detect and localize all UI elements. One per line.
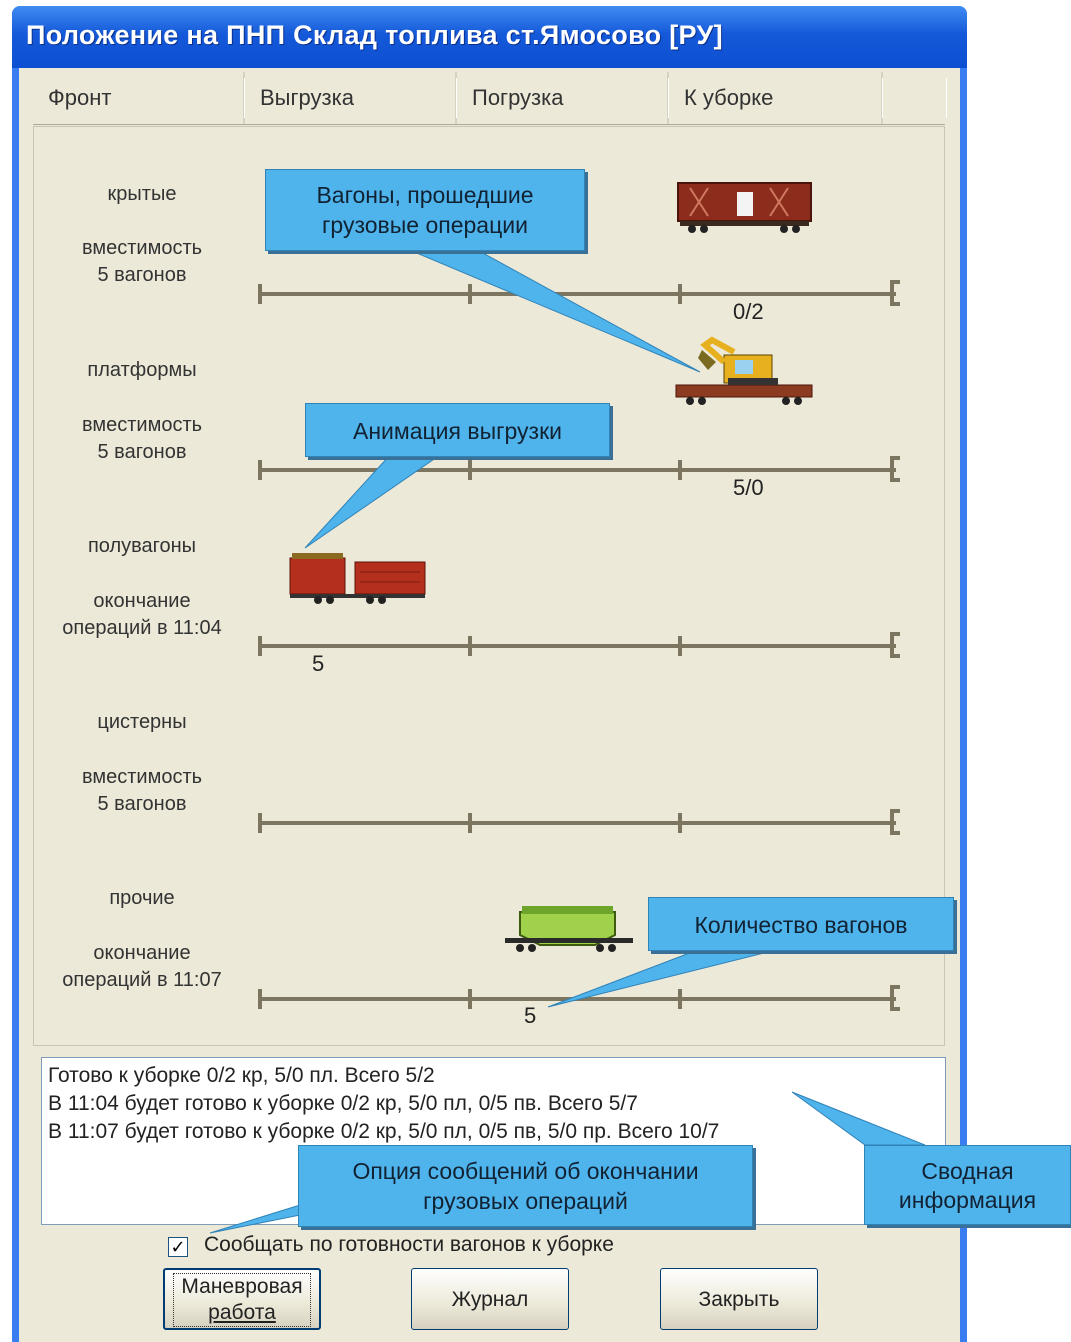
row-sub-label: окончание [93,590,191,612]
track-tick [678,813,682,833]
column-header-empty [883,72,947,124]
notify-checkbox-label[interactable]: Сообщать по готовности вагонов к уборке [204,1233,614,1257]
track-tick [258,989,262,1009]
row-sub-label: 5 вагонов [97,441,187,463]
notify-checkbox[interactable]: ✓ [168,1237,188,1257]
row-sub-label: вместимость [81,766,203,788]
track-tick [468,989,472,1009]
journal-button[interactable]: Журнал [411,1268,569,1330]
callout-text: Сводная [921,1158,1014,1184]
track-tick [468,460,472,480]
row-kind-label: крытые [107,183,177,205]
track-tick [258,813,262,833]
shunting-button-line: работа [208,1301,276,1324]
row-sub-label: вместимость [81,414,203,436]
close-button[interactable]: Закрыть [660,1268,818,1330]
track-tick [678,284,682,304]
column-header: Фронт Выгрузка Погрузка К уборке [33,72,947,125]
track-end-bracket [890,809,900,835]
column-header-unloading[interactable]: Выгрузка [245,72,457,124]
track-line [258,632,900,658]
row-kind-label: цистерны [97,711,187,733]
track-tick [678,989,682,1009]
title-bar[interactable]: Положение на ПНП Склад топлива ст.Ямосов… [12,6,967,68]
track-tick [678,636,682,656]
track-line [258,280,900,306]
track-end-bracket [890,632,900,658]
callout-message-option: Опция сообщений об окончании грузовых оп… [298,1145,753,1227]
info-line: В 11:07 будет готово к уборке 0/2 кр, 5/… [48,1120,720,1143]
callout-unloading-animation: Анимация выгрузки [305,403,610,457]
track-line [258,985,900,1011]
track-end-bracket [890,985,900,1011]
track-tick [468,813,472,833]
row-sub-label: операций в 11:04 [62,617,222,639]
column-header-to-clean[interactable]: К уборке [669,72,883,124]
row-sub-label: окончание [93,942,191,964]
track-end-bracket [890,280,900,306]
column-header-front[interactable]: Фронт [33,72,245,124]
callout-text: Опция сообщений об окончании [352,1158,699,1184]
row-sub-label: вместимость [81,237,203,259]
wagon-count: 0/2 [733,299,764,324]
column-header-loading[interactable]: Погрузка [457,72,669,124]
callout-text: грузовые операции [322,212,528,238]
track-line [258,456,900,482]
callout-text: информация [898,1187,1037,1213]
track-tick [258,284,262,304]
track-tick [468,636,472,656]
callout-wagon-count: Количество вагонов [648,897,954,951]
row-sub-label: 5 вагонов [97,264,187,286]
info-line: Готово к уборке 0/2 кр, 5/0 пл. Всего 5/… [48,1064,435,1087]
row-kind-label: полувагоны [87,535,197,557]
wagon-count: 5 [524,1003,537,1028]
shunting-work-button[interactable]: Маневровая работа [163,1268,321,1330]
track-tick [258,460,262,480]
track-line [258,809,900,835]
callout-text: грузовых операций [423,1188,628,1214]
row-sub-label: 5 вагонов [97,793,187,815]
callout-text: Вагоны, прошедшие [316,182,534,208]
shunting-button-line: Маневровая [181,1275,303,1298]
wagon-count: 5 [312,651,325,676]
row-kind-label: прочие [109,887,175,909]
track-end-bracket [890,456,900,482]
info-line: В 11:04 будет готово к уборке 0/2 кр, 5/… [48,1092,638,1115]
callout-processed-wagons: Вагоны, прошедшие грузовые операции [265,169,585,251]
wagon-count: 5/0 [733,475,764,500]
track-tick [678,460,682,480]
row-kind-label: платформы [87,359,197,381]
track-tick [468,284,472,304]
track-tick [258,636,262,656]
row-sub-label: операций в 11:07 [62,969,222,991]
window-title: Положение на ПНП Склад топлива ст.Ямосов… [26,20,723,50]
callout-summary-info: Сводная информация [864,1145,1071,1225]
